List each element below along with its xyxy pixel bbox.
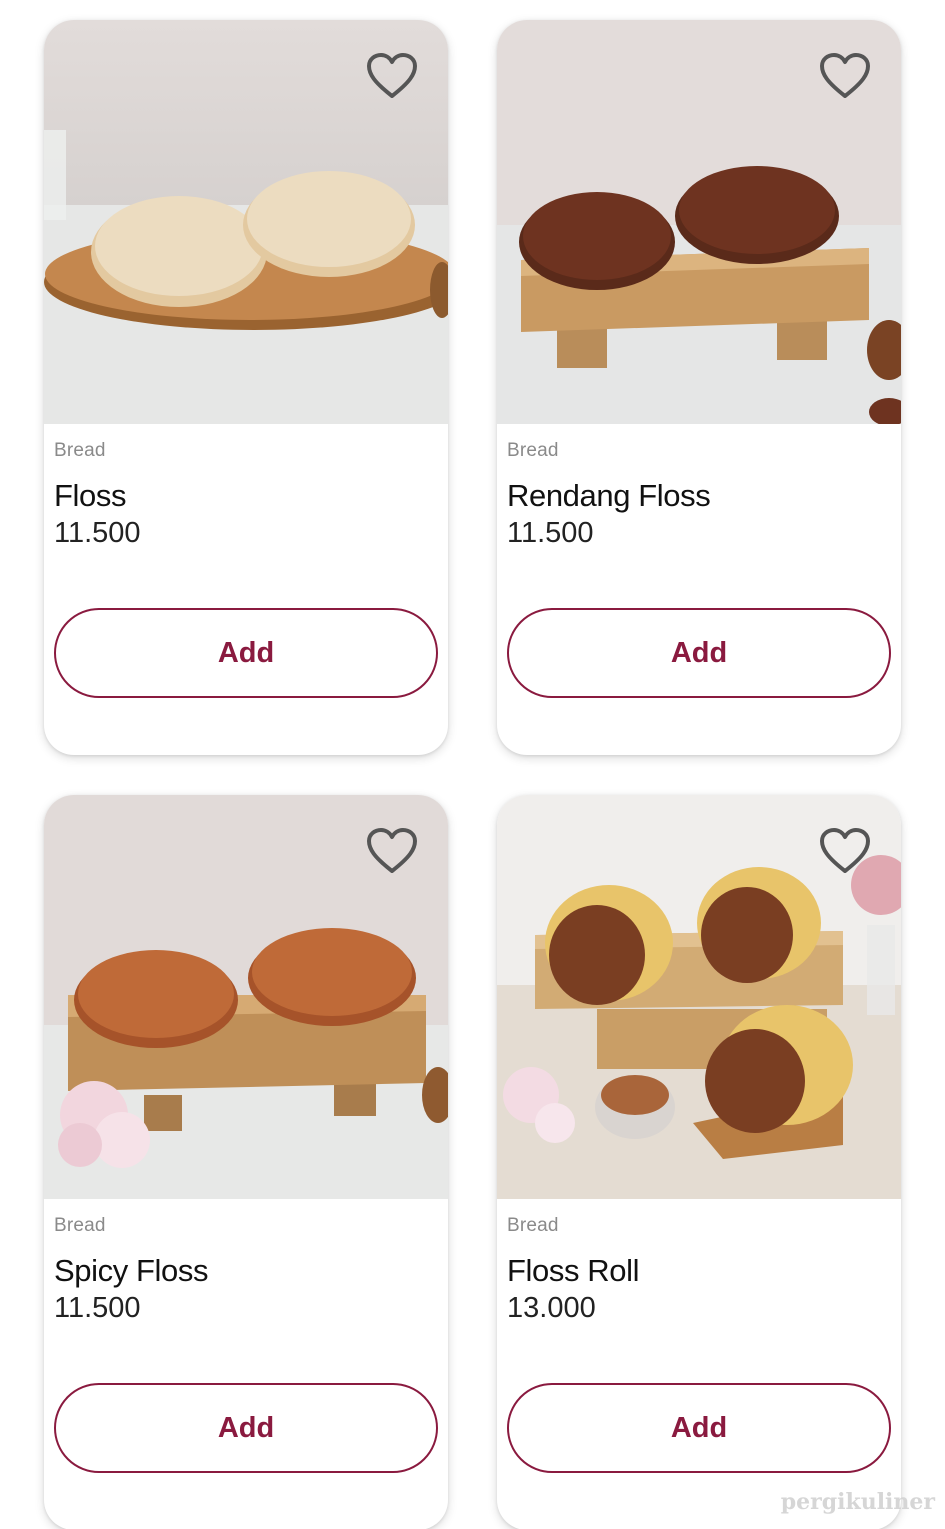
product-card-rendang-floss[interactable]: Bread Rendang Floss 11.500 Add	[497, 20, 901, 755]
product-price: 11.500	[507, 517, 594, 549]
product-image[interactable]	[44, 795, 448, 1199]
favorite-heart-icon[interactable]	[366, 52, 418, 100]
product-card-spicy-floss[interactable]: Bread Spicy Floss 11.500 Add	[44, 795, 448, 1529]
add-to-cart-button[interactable]: Add	[54, 1383, 438, 1473]
product-name: Spicy Floss	[54, 1253, 209, 1288]
favorite-heart-icon[interactable]	[366, 827, 418, 875]
favorite-heart-icon[interactable]	[819, 827, 871, 875]
product-name: Floss	[54, 478, 127, 513]
product-category: Bread	[507, 440, 559, 461]
product-price: 11.500	[54, 1292, 141, 1324]
watermark: pergikuliner	[780, 1489, 935, 1515]
product-card-floss-roll[interactable]: Bread Floss Roll 13.000 Add	[497, 795, 901, 1529]
product-category: Bread	[507, 1215, 559, 1236]
product-category: Bread	[54, 440, 106, 461]
product-name: Floss Roll	[507, 1253, 640, 1288]
product-category: Bread	[54, 1215, 106, 1236]
product-image[interactable]	[497, 20, 901, 424]
favorite-heart-icon[interactable]	[819, 52, 871, 100]
add-to-cart-button[interactable]: Add	[54, 608, 438, 698]
product-price: 13.000	[507, 1292, 596, 1324]
product-card-floss[interactable]: Bread Floss 11.500 Add	[44, 20, 448, 755]
product-name: Rendang Floss	[507, 478, 711, 513]
product-image[interactable]	[44, 20, 448, 424]
product-grid: Bread Floss 11.500 Add Bread Rendang Flo…	[0, 0, 945, 1529]
product-price: 11.500	[54, 517, 141, 549]
add-to-cart-button[interactable]: Add	[507, 608, 891, 698]
product-image[interactable]	[497, 795, 901, 1199]
add-to-cart-button[interactable]: Add	[507, 1383, 891, 1473]
